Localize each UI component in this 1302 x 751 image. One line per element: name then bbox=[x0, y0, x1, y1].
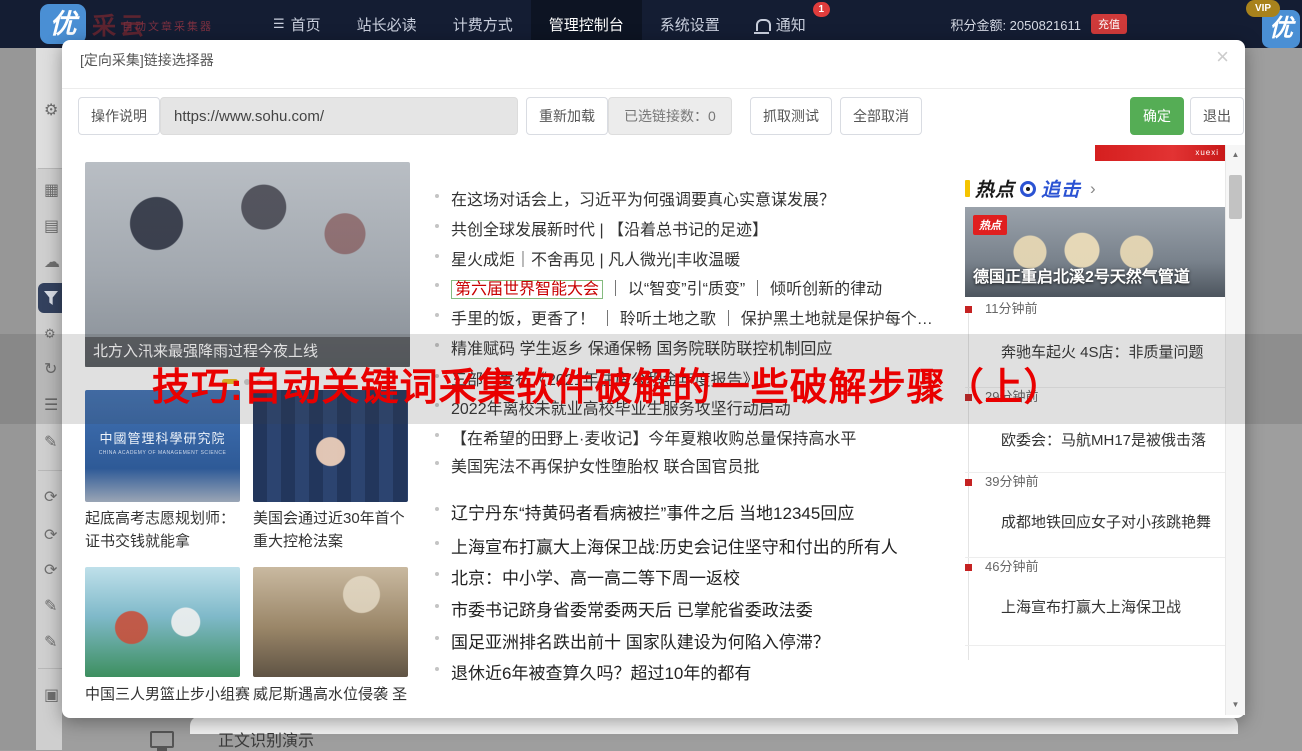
news-item[interactable]: 美国宪法不再保护女性堕胎权 联合国官员批 bbox=[435, 453, 759, 477]
timeline-time: 29分钟前 bbox=[985, 389, 1039, 404]
banner-text: xuexi bbox=[1195, 148, 1219, 157]
timeline-title[interactable]: 欧委会：马航MH17是被俄击落 bbox=[1001, 429, 1206, 450]
nav-billing-label: 计费方式 bbox=[452, 16, 513, 34]
timeline-time: 11分钟前 bbox=[985, 301, 1038, 316]
reload-button[interactable]: 重新加载 bbox=[526, 97, 608, 135]
timeline-title[interactable]: 成都地铁回应女子对小孩跳艳舞 bbox=[1001, 511, 1211, 532]
close-icon[interactable]: × bbox=[1216, 46, 1229, 68]
thumb-image-biden[interactable] bbox=[253, 390, 408, 502]
recharge-button[interactable]: 充值 bbox=[1091, 14, 1127, 34]
credit-balance: 积分金额: 2050821611 bbox=[950, 17, 1081, 33]
timeline-bullet bbox=[965, 479, 972, 486]
carousel-dots[interactable] bbox=[85, 373, 410, 391]
news-item[interactable]: 精准赋码 学生返乡 保通保畅 国务院联防联控机制回应 bbox=[435, 335, 832, 359]
hot-image-caption: 德国正重启北溪2号天然气管道 bbox=[973, 269, 1190, 286]
nav-home-label: 首页 bbox=[290, 16, 321, 34]
bell-icon bbox=[753, 19, 771, 34]
vip-corner: 优 VIP bbox=[1246, 0, 1302, 48]
timeline-title[interactable]: 上海宣布打赢大上海保卫战 bbox=[1001, 596, 1181, 617]
nav-notifications-label: 通知 bbox=[775, 16, 806, 34]
news-item[interactable]: 2022年离校未就业高校毕业生服务攻坚行动启动 bbox=[435, 395, 791, 419]
selected-link[interactable]: 第六届世界智能大会 bbox=[451, 280, 604, 299]
news-item[interactable]: 国足亚洲排名跌出前十 国家队建设为何陷入停滞？ bbox=[435, 628, 830, 653]
news-item[interactable]: 手里的饭，更香了！ ｜ 聆听土地之歌 ｜ 保护黑土地就是保护每个… bbox=[435, 305, 933, 329]
news-text: ｜ 以“智变”引“质变” ｜ 倾听创新的律动 bbox=[603, 281, 883, 298]
promo-banner[interactable]: xuexi bbox=[1095, 145, 1225, 161]
thumb-caption[interactable]: 美国会通过近30年首个重大控枪法案 bbox=[253, 507, 413, 553]
preview-scrollbar[interactable]: ▲ ▼ bbox=[1225, 145, 1245, 715]
timeline-time: 46分钟前 bbox=[985, 559, 1039, 574]
news-item[interactable]: 北京：中小学、高一高二等下周一返校 bbox=[435, 564, 740, 589]
hot-badge: 热点 bbox=[973, 215, 1007, 235]
news-item[interactable]: 辽宁丹东“持黄码者看病被拦”事件之后 当地12345回应 bbox=[435, 499, 854, 524]
timeline-bullet bbox=[965, 564, 972, 571]
vip-badge: VIP bbox=[1246, 0, 1280, 17]
nav-console-label: 管理控制台 bbox=[548, 16, 624, 34]
news-item[interactable]: 第六届世界智能大会 ｜ 以“智变”引“质变” ｜ 倾听创新的律动 bbox=[435, 275, 882, 299]
brand-logo-icon[interactable]: 优 bbox=[40, 4, 86, 44]
timeline-separator bbox=[965, 645, 1225, 646]
dialog-divider bbox=[62, 88, 1245, 89]
window-gutter bbox=[0, 48, 36, 750]
monitor-icon bbox=[150, 730, 174, 751]
timeline-time: 39分钟前 bbox=[985, 474, 1039, 489]
thumb-caption[interactable]: 威尼斯遇高水位侵袭 圣 bbox=[253, 683, 413, 706]
chevron-right-icon: › bbox=[1090, 178, 1096, 198]
news-item[interactable]: 市委书记跻身省委常委两天后 已掌舵省委政法委 bbox=[435, 596, 813, 621]
pursuit-label: 追击 bbox=[1041, 180, 1082, 201]
news-item[interactable]: 退休近6年被查算久吗？超过10年的都有 bbox=[435, 659, 751, 684]
target-icon bbox=[1020, 180, 1037, 197]
timeline-bullet bbox=[965, 394, 972, 401]
academy-sign-subtext: CHINA ACADEMY OF MANAGEMENT SCIENCE bbox=[98, 450, 227, 456]
scroll-down-icon[interactable]: ▼ bbox=[1226, 697, 1245, 713]
news-item[interactable]: 星火成炬｜不舍再见 | 凡人微光|丰收温暖 bbox=[435, 246, 740, 270]
dialog-title: [定向采集]链接选择器 bbox=[80, 52, 214, 68]
grab-test-button[interactable]: 抓取测试 bbox=[750, 97, 832, 135]
sidebar-item-collect-active[interactable] bbox=[38, 283, 62, 313]
nav-must-read-label: 站长必读 bbox=[356, 16, 417, 34]
news-item[interactable]: 共创全球发展新时代 | 【沿着总书记的足迹】 bbox=[435, 216, 768, 240]
notification-badge: 1 bbox=[812, 2, 830, 17]
scroll-up-icon[interactable]: ▲ bbox=[1226, 147, 1245, 163]
hot-pursuit-header[interactable]: 热点 追击 › bbox=[965, 175, 1096, 202]
exit-button[interactable]: 退出 bbox=[1190, 97, 1244, 135]
selected-count: 已选链接数：0 bbox=[608, 97, 732, 135]
cancel-all-button[interactable]: 全部取消 bbox=[840, 97, 922, 135]
webpage-preview[interactable]: 北方入汛来最强降雨过程今夜上线 中國管理科學研究院 CHINA ACADEMY … bbox=[75, 145, 1225, 715]
news-item[interactable]: 【在希望的田野上·麦收记】今年夏粮收购总量保持高水平 bbox=[435, 425, 856, 449]
news-item[interactable]: 上海宣布打赢大上海保卫战:历史会记住坚守和付出的所有人 bbox=[435, 533, 898, 558]
thumb-image-basketball[interactable] bbox=[85, 567, 240, 677]
carousel-image[interactable]: 北方入汛来最强降雨过程今夜上线 bbox=[85, 162, 410, 367]
timeline-bullet bbox=[965, 306, 972, 313]
yellow-bar bbox=[965, 180, 970, 197]
thumb-caption[interactable]: 中国三人男篮止步小组赛 bbox=[85, 683, 250, 706]
sidebar-divider bbox=[38, 668, 62, 669]
link-selector-dialog: [定向采集]链接选择器 × 操作说明 重新加载 已选链接数：0 抓取测试 全部取… bbox=[62, 40, 1245, 718]
thumb-caption[interactable]: 起底高考志愿规划师：证书交钱就能拿 bbox=[85, 507, 245, 553]
sidebar-divider bbox=[38, 168, 62, 169]
background-card bbox=[190, 716, 1238, 734]
demo-menu-label: 正文识别演示 bbox=[218, 733, 315, 750]
carousel-caption: 北方入汛来最强降雨过程今夜上线 bbox=[85, 337, 410, 367]
help-button[interactable]: 操作说明 bbox=[78, 97, 160, 135]
hot-news-image[interactable]: 热点 德国正重启北溪2号天然气管道 bbox=[965, 207, 1225, 297]
scrollbar-thumb[interactable] bbox=[1229, 175, 1242, 219]
timeline-title[interactable]: 奔驰车起火 4S店：非质量问题 bbox=[1001, 341, 1204, 362]
brand-tagline: 自动文章采集器 bbox=[122, 21, 213, 33]
funnel-icon bbox=[44, 291, 58, 305]
thumb-image-venice[interactable] bbox=[253, 567, 408, 677]
menu-icon: ☰ bbox=[273, 16, 285, 31]
thumb-image-academy[interactable]: 中國管理科學研究院 CHINA ACADEMY OF MANAGEMENT SC… bbox=[85, 390, 240, 502]
sidebar-divider bbox=[38, 470, 62, 471]
confirm-button[interactable]: 确定 bbox=[1130, 97, 1184, 135]
news-item[interactable]: 在这场对话会上，习近平为何强调要真心实意谋发展？ bbox=[435, 186, 835, 210]
hot-label: 热点 bbox=[975, 180, 1016, 201]
news-item[interactable]: 三部门发布《2021年住房公积金年度报告》 bbox=[435, 366, 759, 390]
url-input[interactable] bbox=[160, 97, 518, 135]
demo-menu-row[interactable]: 正文识别演示 bbox=[150, 728, 315, 751]
nav-settings-label: 系统设置 bbox=[659, 16, 720, 34]
academy-sign-text: 中國管理科學研究院 bbox=[99, 431, 226, 446]
